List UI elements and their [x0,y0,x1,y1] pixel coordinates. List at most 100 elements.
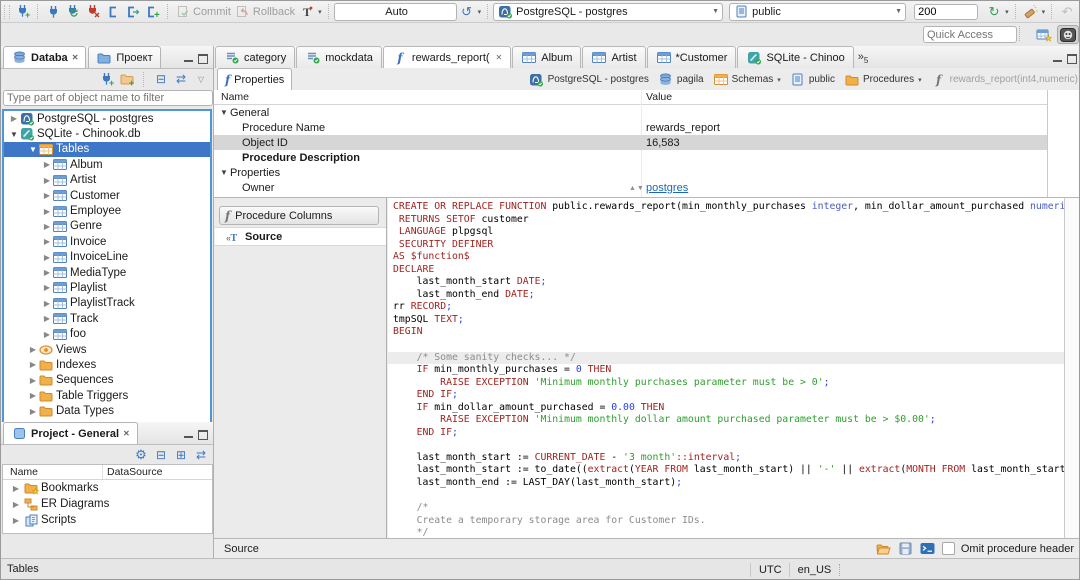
grid-row-general[interactable]: ▼ General [214,105,1079,120]
new-connection-button[interactable]: + [13,3,33,21]
dbeaver-perspective-button[interactable] [1057,25,1079,44]
expand-arrow-icon[interactable]: ▶ [28,345,38,354]
undo-button[interactable]: ↶ [1057,3,1077,21]
active-schema-combo[interactable]: public ▼ [729,2,907,21]
collapse-all-icon[interactable]: ⊟ [153,72,169,87]
column-header-datasource[interactable]: DataSource [107,466,162,478]
view-menu-icon[interactable]: ▽ [193,72,209,87]
breadcrumb-rewards-report-int4-numeric[interactable]: f rewards_report(int4,numeric) [931,72,1078,87]
transaction-mode-combo[interactable]: Auto [333,2,457,21]
tab-project-general[interactable]: Project - General ✕ [3,422,138,444]
expand-arrow-icon[interactable]: ▶ [42,314,52,323]
collapse-arrow-icon[interactable]: ▼ [220,168,228,177]
project-item-bookmarks[interactable]: ▶ ★ Bookmarks [3,480,212,496]
project-item-scripts[interactable]: ▶ Scripts [3,512,212,528]
section-source[interactable]: «T Source [215,227,386,246]
source-code-editor[interactable]: CREATE OR REPLACE FUNCTION public.reward… [388,198,1064,538]
expand-arrow-icon[interactable]: ▶ [42,191,52,200]
link-with-editor-icon[interactable]: ⇄ [173,72,189,87]
tree-item-tables[interactable]: ▼ Tables [4,141,210,158]
collapse-all-icon[interactable]: ⊟ [153,448,169,463]
collapse-arrow-icon[interactable]: ▼ [9,130,19,139]
tab-properties[interactable]: f Properties [217,68,293,90]
connect-button[interactable] [43,3,63,21]
close-icon[interactable]: ✕ [123,429,130,438]
disconnect-button[interactable] [83,3,103,21]
gear-icon[interactable]: ⚙ [133,447,149,463]
expand-arrow-icon[interactable]: ▶ [28,376,38,385]
tree-item-employee[interactable]: ▶ Employee [4,203,210,218]
bottom-tab-source-label[interactable]: Source [224,543,259,555]
tree-item-sequences[interactable]: ▶ Sequences [4,373,210,388]
tab-database-navigator[interactable]: Databa ✕ [3,46,87,68]
tree-item-invoiceline[interactable]: ▶ InvoiceLine [4,250,210,265]
new-folder-icon[interactable]: + [119,72,135,87]
commit-button[interactable]: Commit [173,3,233,21]
navigator-filter-input[interactable] [3,90,213,106]
expand-arrow-icon[interactable]: ▶ [42,237,52,246]
expand-arrow-icon[interactable]: ▶ [42,268,52,277]
status-locale[interactable]: en_US [798,564,832,576]
expand-arrow-icon[interactable]: ▶ [42,176,52,185]
expand-all-icon[interactable]: ⊞ [173,448,189,463]
editor-tab-customer[interactable]: *Customer [646,46,737,68]
terminal-icon[interactable] [920,541,936,556]
status-timezone[interactable]: UTC [759,564,782,576]
code-scrollbar[interactable] [1064,198,1079,538]
minimize-icon[interactable] [184,57,193,62]
expand-arrow-icon[interactable]: ▶ [42,207,52,216]
expand-arrow-icon[interactable]: ▶ [42,222,52,231]
editor-tab-rewards-report[interactable]: f rewards_report(✕ [382,46,512,68]
quick-access-input[interactable] [923,26,1017,43]
expand-arrow-icon[interactable]: ▶ [42,160,52,169]
collapse-arrow-icon[interactable]: ▼ [28,145,38,154]
minimize-icon[interactable] [1053,57,1062,62]
expand-arrow-icon[interactable]: ▶ [28,391,38,400]
expand-arrow-icon[interactable]: ▶ [28,360,38,369]
maximize-icon[interactable] [198,54,208,64]
link-with-editor-icon[interactable]: ⇄ [193,448,209,463]
tree-item-foo[interactable]: ▶ foo [4,326,210,341]
editor-tab-category[interactable]: category [215,46,296,68]
tree-item-customer[interactable]: ▶ Customer [4,188,210,203]
refresh-button[interactable]: ↻ ▾ [984,3,1011,21]
new-sql-editor-button[interactable]: + [143,3,163,21]
breadcrumb-public[interactable]: public [790,72,835,87]
close-icon[interactable]: ✕ [496,53,503,62]
tree-item-playlist[interactable]: ▶ Playlist [4,280,210,295]
breadcrumb-procedures[interactable]: Procedures ▾ [844,72,922,87]
expand-arrow-icon[interactable]: ▶ [9,114,19,123]
transaction-log-button[interactable]: T ▾ [297,3,324,21]
section-procedure-columns[interactable]: f Procedure Columns [219,206,379,225]
tree-item-genre[interactable]: ▶ Genre [4,219,210,234]
grid-column-value[interactable]: Value [646,91,672,103]
grid-row-object-id[interactable]: Object ID 16,583 [214,135,1079,150]
editor-tab-album[interactable]: Album [512,46,582,68]
editor-tab-artist[interactable]: Artist [582,46,646,68]
tree-item-table-triggers[interactable]: ▶ Table Triggers [4,388,210,403]
maximize-icon[interactable] [198,430,208,440]
collapsed-toolbar-handle[interactable]: ▲▼ [629,185,645,192]
grid-row-owner[interactable]: Owner postgres [214,180,1079,195]
grid-row-procedure-name[interactable]: Procedure Name rewards_report [214,120,1079,135]
collapse-arrow-icon[interactable]: ▼ [220,108,228,117]
editor-tab-sqlite-chinoo[interactable]: SQLite - Chinoo [737,46,854,68]
transaction-history-button[interactable]: ↺ ▾ [457,3,484,21]
maximize-icon[interactable] [1067,54,1077,64]
tree-item-invoice[interactable]: ▶ Invoice [4,234,210,249]
breadcrumb-pagila[interactable]: pagila [658,72,704,87]
tree-item-postgresql-postgres[interactable]: ▶ PostgreSQL - postgres [4,111,210,126]
open-perspective-button[interactable]: ★ [1034,26,1054,43]
active-connection-combo[interactable]: PostgreSQL - postgres ▼ [493,2,724,21]
tree-item-sqlite-chinook-db[interactable]: ▼ SQLite - Chinook.db [4,126,210,141]
grid-cell-value[interactable]: postgres [646,182,688,194]
project-item-er-diagrams[interactable]: ▶ ER Diagrams [3,496,212,512]
omit-procedure-header-checkbox[interactable] [941,542,955,555]
tree-item-album[interactable]: ▶ Album [4,157,210,172]
save-icon[interactable] [898,541,914,556]
new-connection-plug-icon[interactable]: + [99,72,115,87]
tree-item-data-types[interactable]: ▶ Data Types [4,403,210,418]
expand-arrow-icon[interactable]: ▶ [11,516,21,525]
breadcrumb-schemas[interactable]: Schemas ▾ [713,72,781,87]
editor-tab-mockdata[interactable]: mockdata [296,46,382,68]
